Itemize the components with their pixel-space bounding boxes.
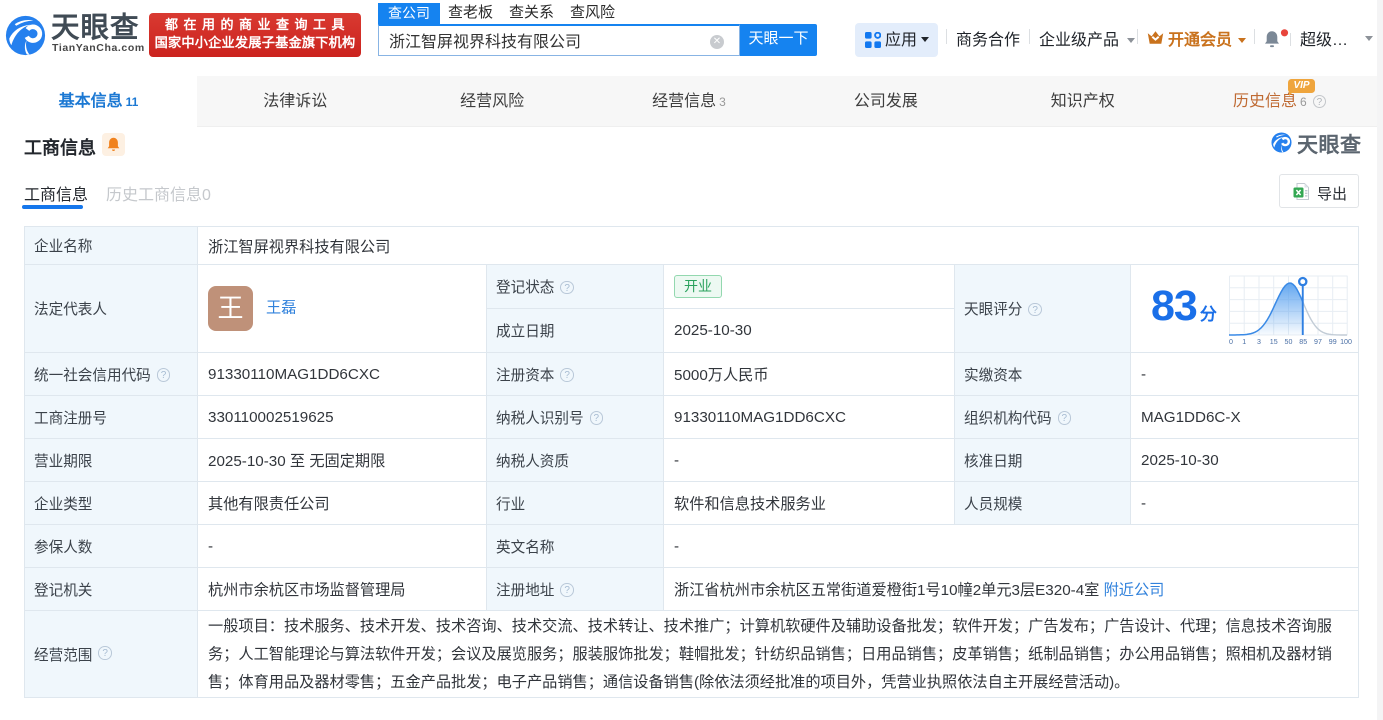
svg-text:97: 97: [1314, 338, 1322, 346]
svg-text:99: 99: [1329, 338, 1337, 346]
svg-text:100: 100: [1340, 338, 1352, 346]
svg-text:50: 50: [1285, 338, 1293, 346]
svg-text:0: 0: [1229, 338, 1233, 346]
svg-text:3: 3: [1257, 338, 1261, 346]
svg-text:15: 15: [1270, 338, 1278, 346]
svg-text:85: 85: [1299, 338, 1307, 346]
svg-text:1: 1: [1242, 338, 1246, 346]
